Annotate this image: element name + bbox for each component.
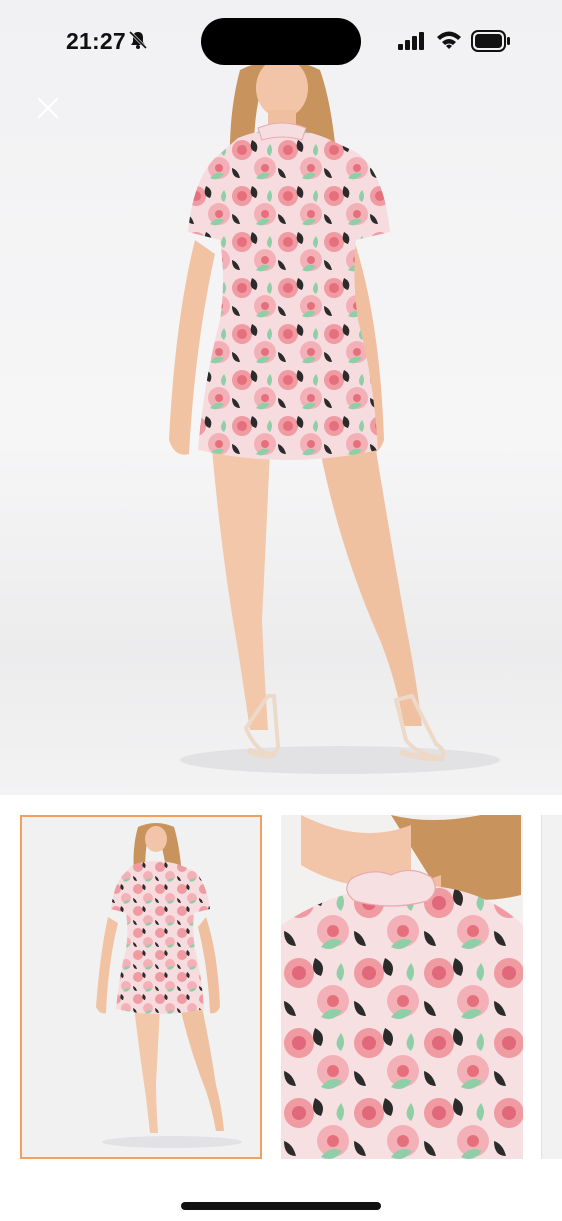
battery-icon bbox=[471, 30, 510, 52]
signal-icon bbox=[398, 32, 424, 50]
thumbnail-strip[interactable] bbox=[0, 795, 562, 1175]
close-button[interactable] bbox=[30, 90, 66, 126]
thumbnail-full-body-image bbox=[22, 817, 260, 1157]
main-product-image[interactable] bbox=[0, 0, 562, 795]
dynamic-island bbox=[201, 18, 361, 65]
close-icon bbox=[37, 97, 59, 119]
model-illustration bbox=[169, 58, 500, 774]
thumbnail-partial[interactable] bbox=[541, 815, 562, 1159]
bell-slash-icon bbox=[128, 30, 148, 50]
wifi-icon bbox=[437, 31, 461, 49]
status-bar: 21:27 bbox=[0, 0, 562, 84]
thumbnail-neckline-detail[interactable] bbox=[281, 815, 523, 1159]
thumbnail-neckline-image bbox=[281, 815, 523, 1159]
thumbnail-full-body[interactable] bbox=[20, 815, 262, 1159]
status-time: 21:27 bbox=[66, 28, 126, 54]
home-indicator[interactable] bbox=[181, 1202, 381, 1210]
